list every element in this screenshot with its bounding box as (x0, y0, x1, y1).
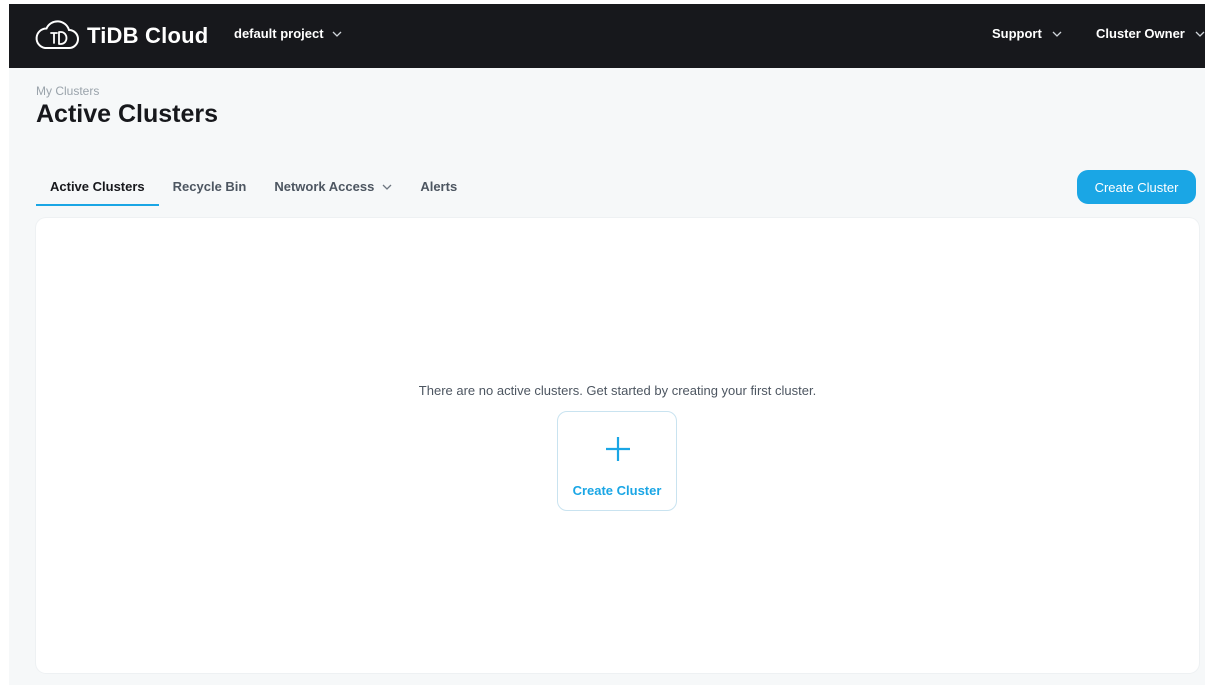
tab-alerts[interactable]: Alerts (406, 168, 471, 206)
user-role-menu[interactable]: Cluster Owner (1096, 26, 1205, 41)
user-role-label: Cluster Owner (1096, 26, 1185, 41)
tab-label: Network Access (274, 179, 375, 194)
tab-label: Active Clusters (50, 179, 145, 194)
create-cluster-card-label: Create Cluster (572, 483, 662, 498)
cloud-logo-icon (35, 20, 79, 49)
chevron-down-icon (332, 31, 342, 37)
chevron-down-icon (1052, 31, 1062, 37)
project-selector[interactable]: default project (234, 26, 342, 41)
tab-network-access[interactable]: Network Access (260, 168, 406, 206)
tab-bar: Active Clusters Recycle Bin Network Acce… (36, 168, 471, 208)
create-cluster-button[interactable]: Create Cluster (1077, 170, 1196, 204)
create-cluster-card[interactable]: Create Cluster (557, 411, 677, 511)
tab-label: Recycle Bin (172, 179, 247, 194)
project-label: default project (234, 26, 324, 41)
clusters-panel: There are no active clusters. Get starte… (36, 218, 1199, 673)
app-frame: TiDB Cloud default project Support Clust… (9, 4, 1205, 685)
plus-icon (606, 437, 630, 461)
page-title: Active Clusters (36, 100, 219, 128)
support-label: Support (992, 26, 1042, 41)
tab-label: Alerts (420, 179, 458, 194)
app-name: TiDB Cloud (87, 23, 209, 48)
chevron-down-icon (382, 184, 392, 190)
empty-state-message: There are no active clusters. Get starte… (418, 383, 817, 398)
top-navigation-bar: TiDB Cloud default project Support Clust… (9, 4, 1205, 68)
chevron-down-icon (1195, 31, 1205, 37)
tidb-cloud-logo[interactable]: TiDB Cloud (33, 18, 208, 54)
tab-recycle-bin[interactable]: Recycle Bin (159, 168, 261, 206)
tab-active-clusters[interactable]: Active Clusters (36, 168, 159, 206)
breadcrumb[interactable]: My Clusters (36, 84, 99, 98)
support-menu[interactable]: Support (992, 26, 1062, 41)
